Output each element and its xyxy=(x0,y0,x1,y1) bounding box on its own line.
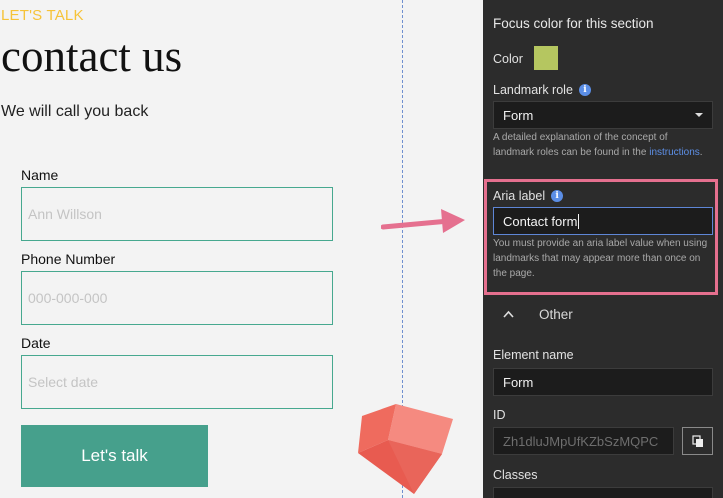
aria-label-label: Aria label i xyxy=(493,189,564,203)
phone-label: Phone Number xyxy=(21,251,116,267)
name-label: Name xyxy=(21,167,59,183)
chevron-up-icon[interactable] xyxy=(503,310,514,318)
copy-icon xyxy=(691,434,703,447)
page-title: contact us xyxy=(1,31,183,81)
classes-label: Classes xyxy=(493,468,537,482)
name-placeholder: Ann Willson xyxy=(28,206,102,222)
aria-label-label-text: Aria label xyxy=(493,189,546,203)
element-name-label-text: Element name xyxy=(493,348,574,362)
page-canvas: LET'S TALK contact us We will call you b… xyxy=(0,0,483,498)
landmark-help-text: A detailed explanation of the concept of… xyxy=(493,130,711,160)
element-name-value: Form xyxy=(503,374,534,390)
arrow-right-icon xyxy=(381,209,465,233)
color-label-text: Color xyxy=(493,52,523,66)
aria-help-text: You must provide an aria label value whe… xyxy=(493,238,708,279)
date-field[interactable]: Select date xyxy=(21,355,333,409)
text-cursor xyxy=(578,213,580,229)
landmark-role-label-text: Landmark role xyxy=(493,83,573,97)
id-label-text: ID xyxy=(493,408,506,422)
id-input[interactable]: Zh1dluJMpUfKZbSzMQPC xyxy=(493,427,674,455)
landmark-help-body: A detailed explanation of the concept of… xyxy=(493,132,668,158)
date-placeholder: Select date xyxy=(28,374,99,390)
other-section-toggle[interactable]: Other xyxy=(539,307,573,322)
landmark-role-label: Landmark role i xyxy=(493,83,591,97)
caret-down-icon xyxy=(695,113,703,117)
page-subtitle: We will call you back xyxy=(1,103,149,120)
element-name-input[interactable]: Form xyxy=(493,368,713,396)
classes-label-text: Classes xyxy=(493,468,538,482)
eyebrow-text: LET'S TALK xyxy=(1,7,84,24)
instructions-link[interactable]: instructions xyxy=(649,147,700,158)
cube-icon xyxy=(358,404,453,494)
id-value: Zh1dluJMpUfKZbSzMQPC xyxy=(503,433,659,449)
panel-heading: Focus color for this section xyxy=(493,16,654,31)
color-label: Color xyxy=(493,52,523,66)
landmark-help-end: . xyxy=(699,147,703,158)
date-label: Date xyxy=(21,335,51,351)
info-icon[interactable]: i xyxy=(551,190,564,202)
submit-button[interactable]: Let's talk xyxy=(21,425,208,487)
copy-id-button[interactable] xyxy=(682,427,713,455)
id-label: ID xyxy=(493,408,506,422)
classes-input[interactable] xyxy=(493,487,713,498)
aria-label-value: Contact form xyxy=(503,213,578,229)
aria-label-input[interactable]: Contact form xyxy=(493,207,713,235)
landmark-role-select[interactable]: Form xyxy=(493,101,713,129)
info-icon[interactable]: i xyxy=(578,84,591,96)
phone-placeholder: 000-000-000 xyxy=(28,290,108,306)
name-field[interactable]: Ann Willson xyxy=(21,187,333,241)
element-name-label: Element name xyxy=(493,348,574,362)
settings-panel: Focus color for this section Color Landm… xyxy=(483,0,723,498)
color-swatch[interactable] xyxy=(534,46,558,70)
landmark-role-value: Form xyxy=(503,107,534,123)
phone-field[interactable]: 000-000-000 xyxy=(21,271,333,325)
